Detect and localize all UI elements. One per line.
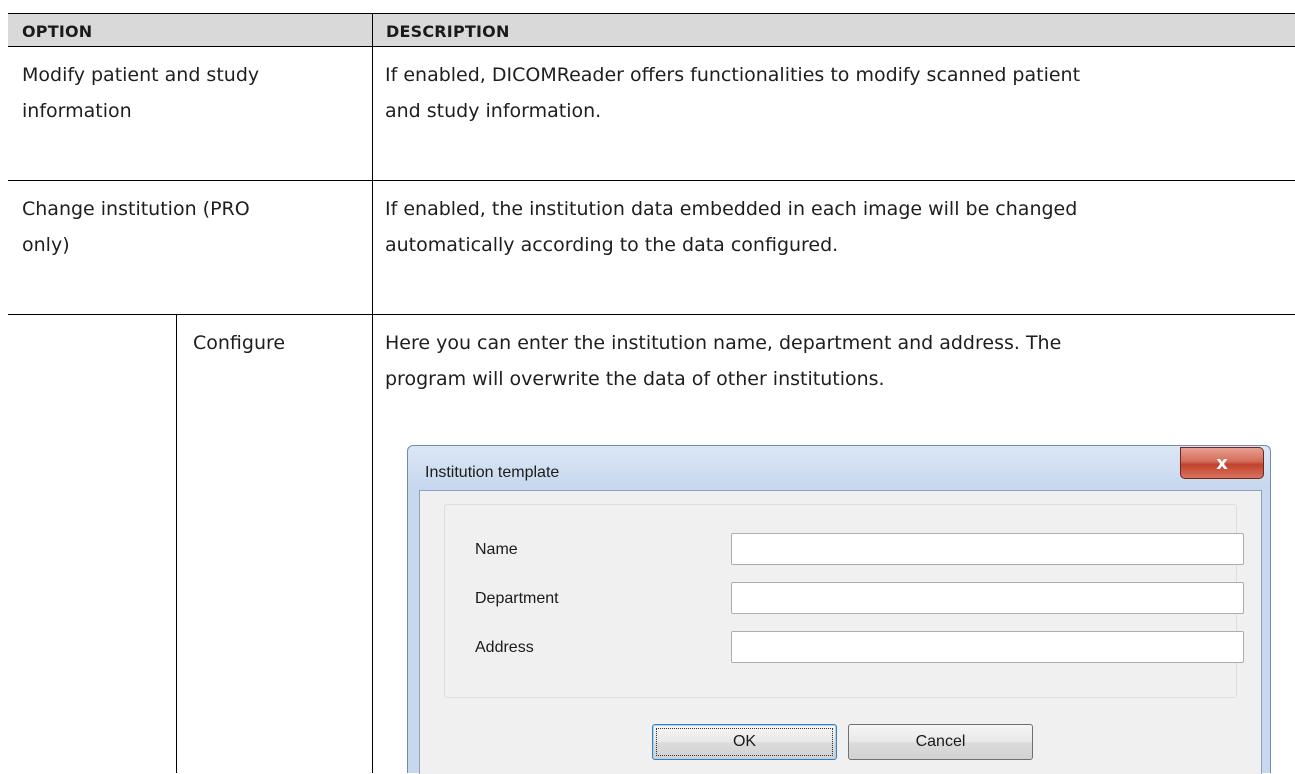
row2-description-line1: If enabled, the institution data embedde… — [385, 198, 1078, 220]
name-label: Name — [475, 541, 518, 558]
name-field[interactable] — [731, 533, 1244, 565]
department-label: Department — [475, 590, 559, 607]
row3-description-line2: program will overwrite the data of other… — [385, 368, 885, 390]
header-option: OPTION — [22, 22, 93, 41]
row1-option-line1: Modify patient and study — [22, 64, 260, 86]
institution-template-dialog: Institution template x Name Department A… — [407, 445, 1271, 774]
column-divider — [372, 14, 373, 773]
table-header-background — [8, 14, 1295, 46]
cancel-button-label: Cancel — [915, 733, 966, 750]
address-label: Address — [475, 639, 534, 656]
row1-option-line2: information — [22, 100, 132, 122]
row3-description-line1: Here you can enter the institution name,… — [385, 332, 1062, 354]
close-button[interactable]: x — [1180, 447, 1264, 479]
sub-column-divider — [176, 314, 177, 773]
row2-bottom-border — [8, 314, 1295, 315]
close-icon: x — [1216, 452, 1228, 474]
row1-description-line2: and study information. — [385, 100, 602, 122]
row3-sub-option: Configure — [193, 332, 286, 354]
header-bottom-border — [8, 46, 1295, 47]
department-field[interactable] — [731, 582, 1244, 614]
header-description: DESCRIPTION — [386, 22, 510, 41]
address-field[interactable] — [731, 631, 1244, 663]
row1-bottom-border — [8, 180, 1295, 181]
dialog-client-area: Name Department Address OK Cancel — [419, 490, 1262, 774]
table-top-border — [8, 13, 1295, 14]
row2-option-line1: Change institution (PRO — [22, 198, 250, 220]
row2-description-line2: automatically according to the data conf… — [385, 234, 839, 256]
ok-button[interactable]: OK — [652, 724, 837, 760]
row2-option-line2: only) — [22, 234, 70, 256]
focus-rectangle — [656, 728, 833, 756]
dialog-title: Institution template — [425, 464, 560, 481]
cancel-button[interactable]: Cancel — [848, 724, 1033, 760]
row1-description-line1: If enabled, DICOMReader offers functiona… — [385, 64, 1081, 86]
fields-group: Name Department Address — [444, 504, 1244, 698]
